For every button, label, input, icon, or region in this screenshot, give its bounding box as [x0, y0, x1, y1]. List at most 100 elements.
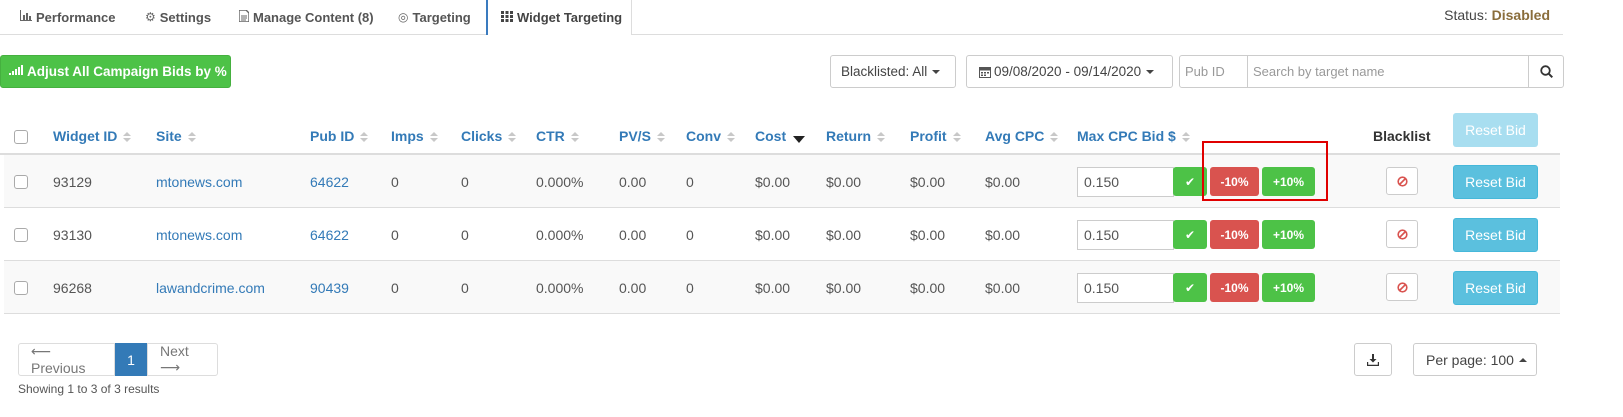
cell-pvs: 0.00	[619, 280, 647, 296]
pub-id-placeholder: Pub ID	[1185, 64, 1225, 79]
sort-icon	[360, 132, 369, 143]
increase-bid-button[interactable]: +10%	[1262, 220, 1315, 249]
adjust-all-bids-button[interactable]: Adjust All Campaign Bids by %	[0, 55, 231, 88]
sort-icon	[429, 132, 438, 143]
tab-baseline	[0, 34, 1563, 35]
row-checkbox[interactable]	[14, 281, 28, 295]
select-all-checkbox[interactable]	[14, 130, 28, 144]
search-icon	[1539, 65, 1553, 78]
blacklist-button[interactable]	[1386, 167, 1418, 195]
cell-cost: $0.00	[755, 280, 791, 296]
download-button[interactable]	[1354, 343, 1392, 376]
column-return[interactable]: Return	[826, 128, 886, 144]
tab-label: Manage Content (8)	[253, 9, 374, 25]
cell-conv: 0	[686, 280, 694, 296]
caret-down-icon	[932, 69, 941, 74]
column-pub-id[interactable]: Pub ID	[310, 128, 369, 144]
cell-avg-cpc: $0.00	[985, 280, 1021, 296]
max-bid-input[interactable]: 0.150	[1077, 167, 1174, 197]
increase-bid-button[interactable]: +10%	[1262, 273, 1315, 302]
column-imps[interactable]: Imps	[391, 128, 438, 144]
sort-icon	[187, 132, 196, 143]
column-pvs[interactable]: PV/S	[619, 128, 665, 144]
tab-performance[interactable]: Performance	[20, 0, 115, 34]
column-conv[interactable]: Conv	[686, 128, 735, 144]
date-range-picker[interactable]: 09/08/2020 - 09/14/2020	[966, 55, 1173, 88]
column-blacklist: Blacklist	[1373, 128, 1431, 144]
blacklisted-filter-dropdown[interactable]: Blacklisted: All	[830, 55, 956, 88]
sort-icon	[570, 132, 579, 143]
status-label: Status:	[1444, 7, 1488, 23]
cell-pub-id-link[interactable]: 90439	[310, 280, 349, 296]
next-page-button[interactable]: Next ⟶	[147, 343, 218, 376]
per-page-dropdown[interactable]: Per page: 100	[1413, 343, 1537, 376]
gear-icon: ⚙	[145, 10, 156, 24]
document-icon	[238, 8, 250, 25]
pub-id-input[interactable]: Pub ID	[1179, 55, 1248, 88]
sort-icon	[952, 132, 961, 143]
reset-all-bids-button[interactable]: Reset Bid	[1453, 113, 1538, 147]
ban-icon	[1396, 175, 1408, 187]
max-bid-input[interactable]: 0.150	[1077, 273, 1174, 303]
tab-manage-content[interactable]: Manage Content (8)	[238, 0, 374, 34]
cell-cost: $0.00	[755, 227, 791, 243]
ban-icon	[1396, 228, 1408, 240]
column-site[interactable]: Site	[156, 128, 196, 144]
column-cost[interactable]: Cost	[755, 128, 806, 144]
cell-pvs: 0.00	[619, 174, 647, 190]
reset-bid-button[interactable]: Reset Bid	[1453, 165, 1538, 199]
row-checkbox[interactable]	[14, 228, 28, 242]
caret-down-icon	[1146, 69, 1155, 74]
confirm-bid-button[interactable]: ✔	[1173, 273, 1207, 302]
confirm-bid-button[interactable]: ✔	[1173, 220, 1207, 249]
decrease-bid-button[interactable]: -10%	[1210, 273, 1259, 302]
decrease-bid-button[interactable]: -10%	[1210, 220, 1259, 249]
cell-site-link[interactable]: mtonews.com	[156, 174, 242, 190]
column-profit[interactable]: Profit	[910, 128, 961, 144]
column-widget-id[interactable]: Widget ID	[53, 128, 132, 144]
column-max-cpc-bid[interactable]: Max CPC Bid $	[1077, 128, 1190, 144]
per-page-label: Per page: 100	[1426, 351, 1514, 368]
previous-page-button[interactable]: ⟵ Previous	[18, 343, 115, 376]
reset-bid-button[interactable]: Reset Bid	[1453, 271, 1538, 305]
cell-avg-cpc: $0.00	[985, 227, 1021, 243]
status-value: Disabled	[1491, 7, 1550, 23]
sort-icon	[123, 132, 132, 143]
cell-site-link[interactable]: lawandcrime.com	[156, 280, 265, 296]
cell-site-link[interactable]: mtonews.com	[156, 227, 242, 243]
table-row: 96268 lawandcrime.com 90439 0 0 0.000% 0…	[4, 261, 1560, 314]
cell-clicks: 0	[461, 174, 469, 190]
sort-icon	[508, 132, 517, 143]
cell-conv: 0	[686, 174, 694, 190]
blacklist-button[interactable]	[1386, 273, 1418, 301]
cell-return: $0.00	[826, 227, 862, 243]
tab-label: Settings	[159, 9, 212, 25]
row-checkbox[interactable]	[14, 175, 28, 189]
tab-label: Widget Targeting	[517, 10, 623, 25]
search-input[interactable]: Search by target name	[1247, 55, 1529, 88]
sort-icon	[1050, 132, 1059, 143]
cell-widget-id: 96268	[53, 280, 92, 296]
page-1-button[interactable]: 1	[115, 343, 147, 376]
tab-widget-targeting[interactable]: Widget Targeting	[486, 0, 632, 35]
tab-targeting[interactable]: ◎ Targeting	[398, 0, 471, 34]
column-ctr[interactable]: CTR	[536, 128, 579, 144]
column-clicks[interactable]: Clicks	[461, 128, 517, 144]
tab-label: Performance	[36, 9, 116, 25]
column-avg-cpc[interactable]: Avg CPC	[985, 128, 1059, 144]
tab-settings[interactable]: ⚙ Settings	[145, 0, 211, 34]
reset-bid-button[interactable]: Reset Bid	[1453, 218, 1538, 252]
pagination: ⟵ Previous 1 Next ⟶	[18, 343, 218, 376]
cell-pub-id-link[interactable]: 64622	[310, 227, 349, 243]
cell-ctr: 0.000%	[536, 227, 584, 243]
max-bid-input[interactable]: 0.150	[1077, 220, 1174, 250]
cell-pub-id-link[interactable]: 64622	[310, 174, 349, 190]
sort-descending-icon	[793, 135, 806, 143]
caret-up-icon	[1518, 357, 1527, 362]
table-row: 93130 mtonews.com 64622 0 0 0.000% 0.00 …	[4, 208, 1560, 261]
blacklist-button[interactable]	[1386, 220, 1418, 248]
cell-clicks: 0	[461, 227, 469, 243]
search-button[interactable]	[1528, 55, 1564, 88]
checkmark-icon: ✔	[1184, 174, 1196, 189]
calendar-icon	[979, 66, 991, 78]
